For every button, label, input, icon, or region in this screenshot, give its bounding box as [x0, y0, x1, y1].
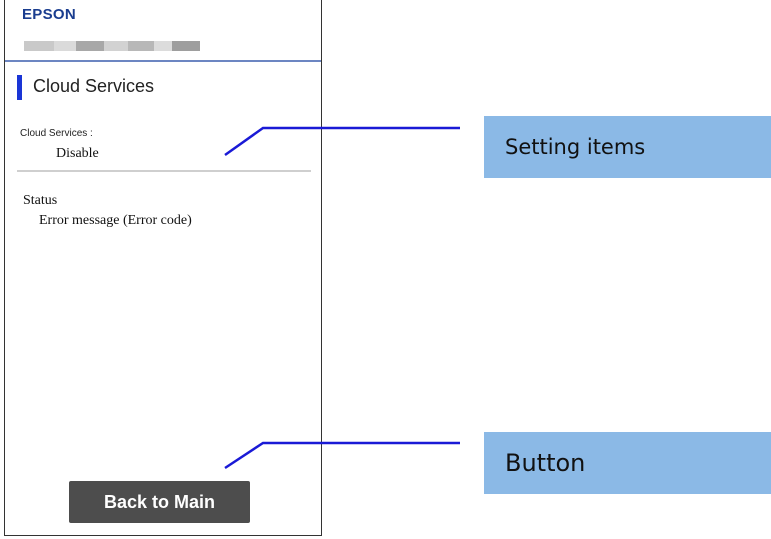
callout-setting-items: Setting items	[484, 116, 771, 178]
leader-line-button	[224, 441, 460, 470]
leader-line-setting-items	[224, 126, 460, 157]
callout-button: Button	[484, 432, 771, 494]
